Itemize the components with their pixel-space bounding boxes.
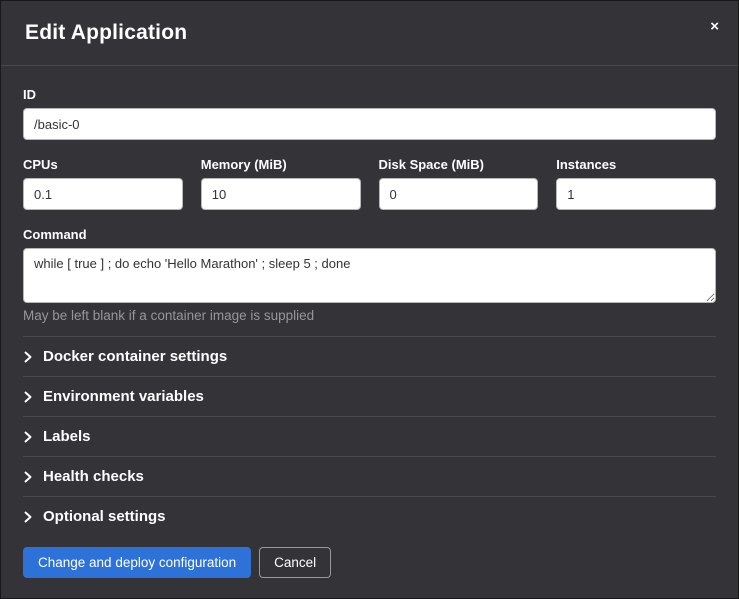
section-optional-settings[interactable]: Optional settings <box>23 497 716 530</box>
section-environment-variables[interactable]: Environment variables <box>23 377 716 417</box>
command-field-group: Command while [ true ] ; do echo 'Hello … <box>23 227 716 324</box>
memory-input[interactable] <box>201 178 361 210</box>
memory-field-group: Memory (MiB) <box>201 157 361 210</box>
command-label: Command <box>23 227 716 242</box>
chevron-right-icon <box>24 351 32 363</box>
section-health-checks[interactable]: Health checks <box>23 457 716 497</box>
command-help-text: May be left blank if a container image i… <box>23 308 716 324</box>
close-icon[interactable]: × <box>706 17 723 36</box>
section-labels[interactable]: Labels <box>23 417 716 457</box>
cpus-input[interactable] <box>23 178 183 210</box>
command-input[interactable]: while [ true ] ; do echo 'Hello Marathon… <box>23 248 716 303</box>
chevron-right-icon <box>24 471 32 483</box>
instances-field-group: Instances <box>556 157 716 210</box>
chevron-right-icon <box>24 431 32 443</box>
memory-label: Memory (MiB) <box>201 157 361 172</box>
edit-application-modal: Edit Application × ID CPUs Memory (MiB) … <box>0 0 739 599</box>
modal-header: Edit Application × <box>1 1 738 66</box>
section-label: Labels <box>43 427 91 446</box>
cancel-button[interactable]: Cancel <box>259 547 331 578</box>
modal-body: ID CPUs Memory (MiB) Disk Space (MiB) In… <box>1 66 738 530</box>
resources-row: CPUs Memory (MiB) Disk Space (MiB) Insta… <box>23 157 716 210</box>
id-field-group: ID <box>23 87 716 140</box>
deploy-button[interactable]: Change and deploy configuration <box>23 547 251 578</box>
disk-field-group: Disk Space (MiB) <box>379 157 539 210</box>
disk-input[interactable] <box>379 178 539 210</box>
section-label: Environment variables <box>43 387 204 406</box>
cpus-label: CPUs <box>23 157 183 172</box>
id-input[interactable] <box>23 108 716 140</box>
chevron-right-icon <box>24 391 32 403</box>
disk-label: Disk Space (MiB) <box>379 157 539 172</box>
chevron-right-icon <box>24 511 32 523</box>
collapsible-sections: Docker container settings Environment va… <box>23 336 716 530</box>
modal-footer: Change and deploy configuration Cancel <box>1 530 738 598</box>
id-label: ID <box>23 87 716 102</box>
instances-input[interactable] <box>556 178 716 210</box>
section-label: Optional settings <box>43 507 166 526</box>
section-label: Health checks <box>43 467 144 486</box>
instances-label: Instances <box>556 157 716 172</box>
section-label: Docker container settings <box>43 347 227 366</box>
modal-title: Edit Application <box>25 21 187 45</box>
cpus-field-group: CPUs <box>23 157 183 210</box>
section-docker-container-settings[interactable]: Docker container settings <box>23 337 716 377</box>
